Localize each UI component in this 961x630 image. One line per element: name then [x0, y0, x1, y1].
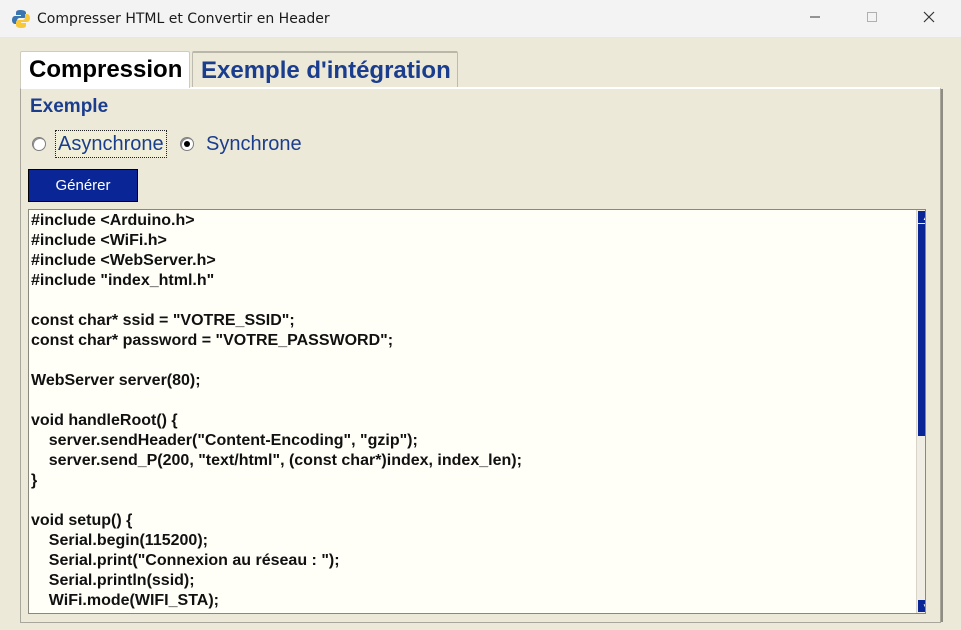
radio-sync[interactable]	[180, 137, 194, 151]
code-line: #include <WebServer.h>	[31, 252, 216, 269]
code-line: WiFi.mode(WIFI_STA);	[31, 592, 219, 609]
code-line: #include <WiFi.h>	[31, 232, 167, 249]
scroll-thumb[interactable]	[918, 224, 925, 436]
maximize-icon	[866, 10, 878, 28]
tab-panel: Exemple Asynchrone Synchrone Générer #in…	[20, 87, 943, 623]
title-bar: Compresser HTML et Convertir en Header	[0, 0, 961, 38]
code-line: server.send_P(200, "text/html", (const c…	[31, 452, 522, 469]
panel-shadow	[941, 89, 943, 622]
code-output[interactable]: #include <Arduino.h> #include <WiFi.h> #…	[28, 209, 926, 614]
scroll-down-icon: ▼	[922, 602, 925, 611]
scroll-up-icon: ▲	[922, 213, 925, 222]
code-line: Serial.begin(115200);	[31, 532, 208, 549]
code-text: #include <Arduino.h> #include <WiFi.h> #…	[31, 211, 522, 611]
code-line: Serial.println(ssid);	[31, 572, 195, 589]
code-line: #include <Arduino.h>	[31, 212, 195, 229]
scroll-down-button[interactable]: ▼	[918, 600, 925, 612]
window-client: Compression Exemple d'intégration Exempl…	[0, 38, 961, 630]
maximize-button[interactable]	[843, 0, 901, 38]
window-title: Compresser HTML et Convertir en Header	[37, 11, 330, 27]
minimize-button[interactable]	[786, 0, 844, 38]
minimize-icon	[809, 10, 821, 28]
python-app-icon	[12, 10, 30, 28]
code-line: void handleRoot() {	[31, 412, 178, 429]
close-icon	[923, 10, 935, 28]
code-line: }	[31, 472, 38, 489]
code-line: #include "index_html.h"	[31, 272, 215, 289]
code-line: const char* ssid = "VOTRE_SSID";	[31, 312, 295, 329]
code-line: const char* password = "VOTRE_PASSWORD";	[31, 332, 394, 349]
close-button[interactable]	[900, 0, 958, 38]
generate-button[interactable]: Générer	[28, 169, 138, 202]
tab-compression[interactable]: Compression	[20, 51, 190, 88]
section-title: Exemple	[30, 96, 109, 117]
radio-sync-label[interactable]: Synchrone	[206, 131, 302, 157]
scroll-up-button[interactable]: ▲	[918, 211, 925, 223]
code-line: WebServer server(80);	[31, 372, 201, 389]
vertical-scrollbar[interactable]: ▲ ▼	[916, 210, 925, 613]
radio-async-label[interactable]: Asynchrone	[55, 130, 167, 158]
tab-integration-example[interactable]: Exemple d'intégration	[192, 51, 458, 87]
code-line: Serial.print("Connexion au réseau : ");	[31, 552, 340, 569]
code-line: void setup() {	[31, 512, 133, 529]
code-line: server.sendHeader("Content-Encoding", "g…	[31, 432, 418, 449]
radio-async[interactable]	[32, 137, 46, 151]
